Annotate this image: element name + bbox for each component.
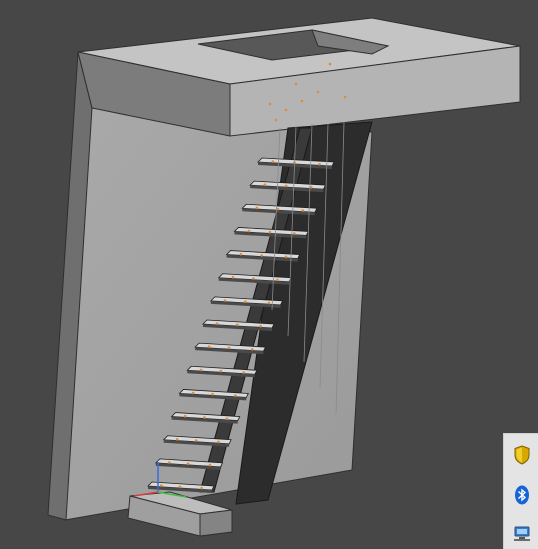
stair-fixing-point <box>239 252 243 256</box>
stair-fixing-point <box>268 230 272 234</box>
stair-fixing-point <box>235 323 239 327</box>
stair-fixing-point <box>203 416 206 419</box>
stair-fixing-point <box>208 463 212 467</box>
stair-fixing-point <box>252 277 255 280</box>
network-icon[interactable] <box>511 522 533 544</box>
stair-fixing-point <box>276 278 279 282</box>
stair-fixing-point <box>225 417 229 421</box>
stair-fixing-point <box>276 207 280 211</box>
stair-fixing-point <box>318 162 321 166</box>
stair-fixing-point <box>234 394 237 397</box>
stair-fixing-point <box>183 414 187 418</box>
stair-fixing-point <box>267 301 271 305</box>
bluetooth-icon[interactable] <box>511 484 533 506</box>
staircase-scene <box>47 17 521 537</box>
stair-fixing-point <box>247 229 251 233</box>
stair-fixing-point <box>223 299 227 302</box>
stair-fixing-point <box>211 392 214 396</box>
stair-fixing-point <box>191 391 195 395</box>
stair-fixing-point <box>301 209 305 212</box>
stair-fixing-point <box>207 345 211 349</box>
stair-fixing-point <box>284 184 288 188</box>
stair-fixing-point <box>200 486 203 490</box>
security-shield-icon[interactable] <box>511 444 533 466</box>
stair-fixing-point <box>219 369 223 373</box>
stair-fixing-point <box>250 348 254 351</box>
system-tray <box>503 433 538 549</box>
stair-fixing-point <box>293 232 296 235</box>
stair-fixing-point <box>178 485 182 489</box>
stair-fixing-point <box>217 440 220 444</box>
stair-fixing-point <box>284 255 288 259</box>
3d-viewport[interactable] <box>0 0 538 548</box>
stair-fixing-point <box>186 462 190 466</box>
landing-block-side <box>199 509 233 537</box>
stair-fixing-point <box>244 300 247 304</box>
stair-fixing-point <box>195 439 198 442</box>
stair-fixing-point <box>255 206 259 210</box>
stair-fixing-point <box>260 254 264 257</box>
stair-fixing-point <box>242 371 245 374</box>
stair-fixing-point <box>160 484 163 487</box>
stair-fixing-point <box>175 438 179 441</box>
stair-fixing-point <box>263 183 267 186</box>
stair-fixing-point <box>227 346 231 350</box>
stair-fixing-point <box>271 160 275 163</box>
stair-fixing-point <box>168 461 171 464</box>
stair-fixing-point <box>199 368 203 372</box>
stair-fixing-point <box>231 276 235 279</box>
stair-fixing-point <box>215 322 219 325</box>
stair-fixing-point <box>259 324 262 328</box>
